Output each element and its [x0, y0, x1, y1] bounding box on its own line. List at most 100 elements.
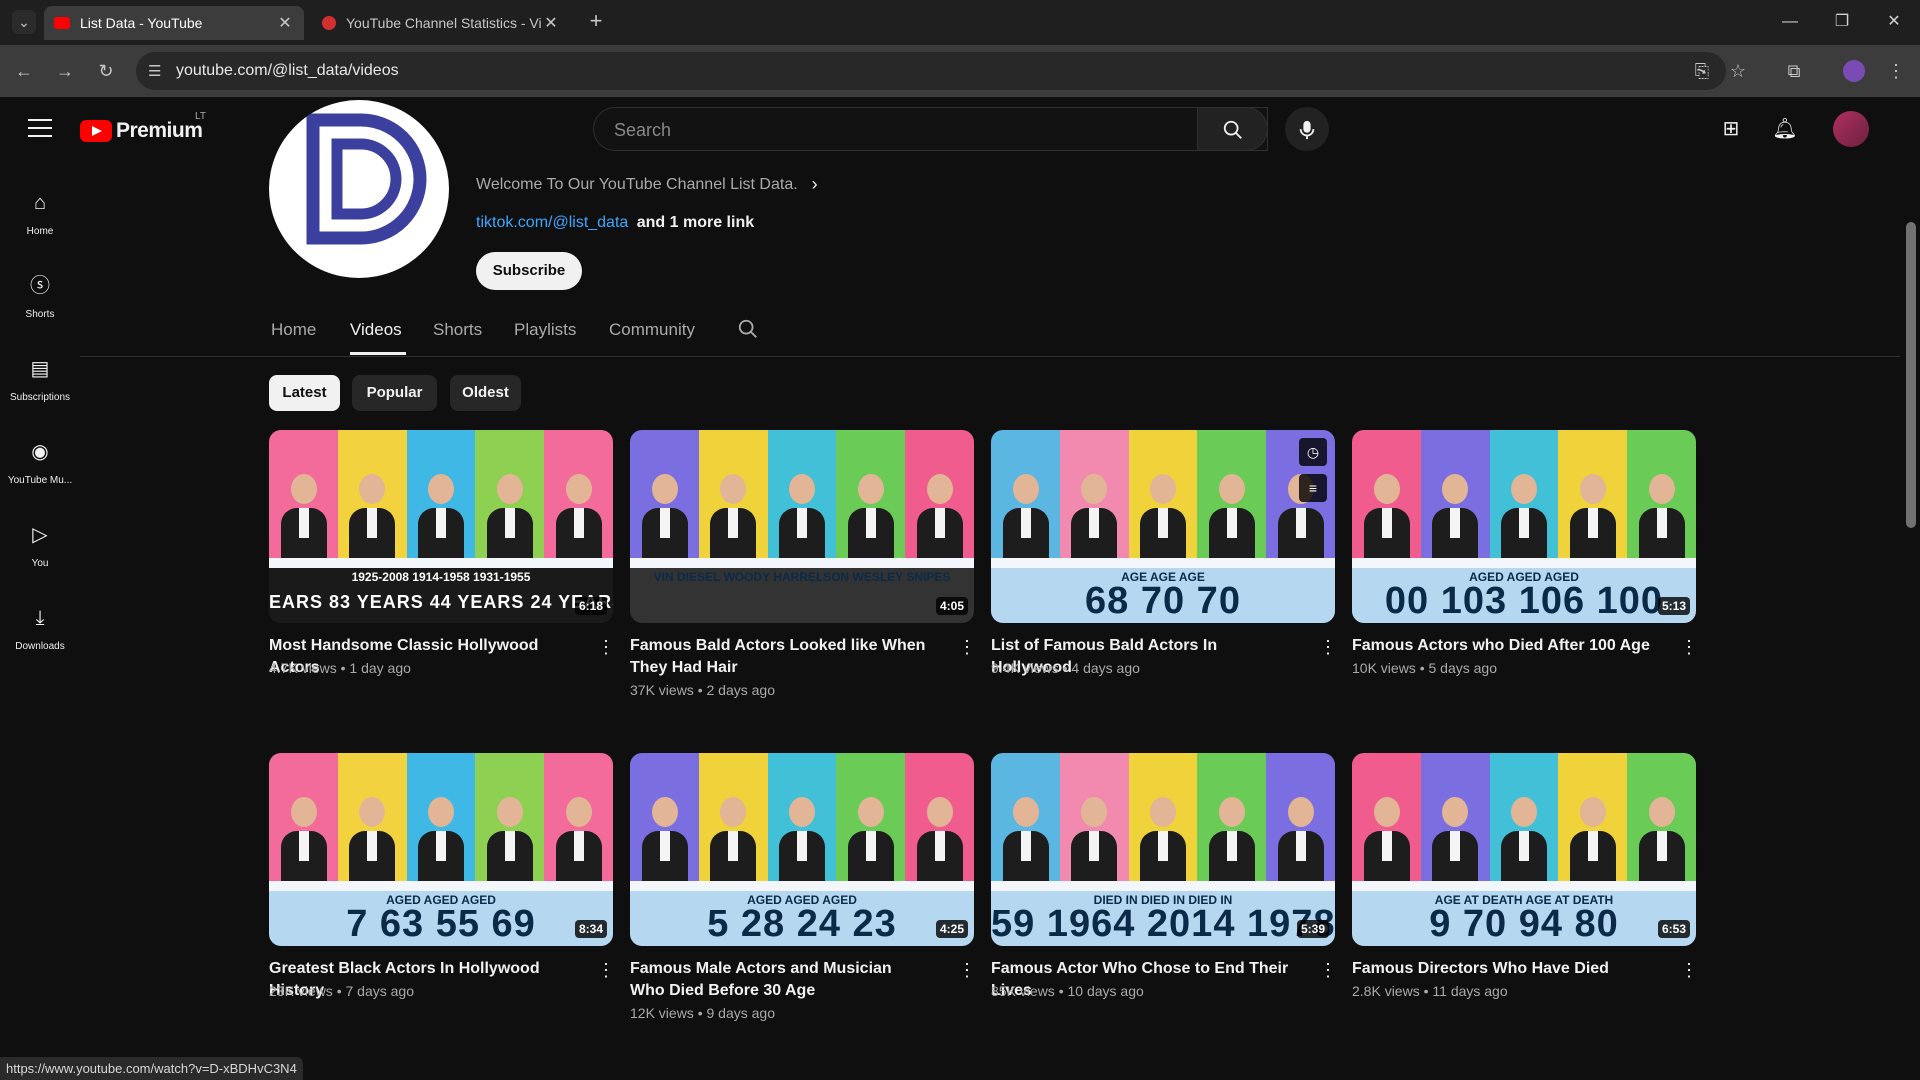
- metadata-separator: •: [693, 1005, 707, 1021]
- chip-oldest[interactable]: Oldest: [450, 375, 521, 411]
- video-thumbnail[interactable]: VIN DIESEL WOODY HARRELSON WESLEY SNIPES…: [630, 430, 974, 623]
- thumbnail-portrait-panel: [767, 753, 837, 881]
- sidebar-item-shorts[interactable]: ⓢ Shorts: [0, 260, 80, 334]
- video-thumbnail[interactable]: AGE AGE AGE 68 70 70 ◷ ≡: [991, 430, 1335, 623]
- video-card[interactable]: AGE AT DEATH AGE AT DEATH 9 70 94 80 6:53 F…: [1352, 753, 1698, 999]
- search-input[interactable]: [612, 119, 1216, 142]
- thumbnail-big-text: 59 1964 2014 1978: [991, 903, 1335, 945]
- sidebar-item-you[interactable]: ▷ You: [0, 509, 80, 583]
- video-card[interactable]: AGED AGED AGED 00 103 106 100 5:13 Famous A…: [1352, 430, 1698, 676]
- channel-avatar[interactable]: [269, 100, 449, 278]
- new-tab-button[interactable]: +: [584, 10, 608, 34]
- bookmark-star-icon[interactable]: ☆: [1724, 57, 1752, 85]
- chip-latest[interactable]: Latest: [269, 375, 340, 411]
- browser-menu-icon[interactable]: ⋮: [1882, 57, 1910, 85]
- thumbnail-portrait-panel: [905, 430, 974, 558]
- sidebar-item-downloads[interactable]: ⤓ Downloads: [0, 592, 80, 666]
- thumbnail-portrait-panel: [1489, 430, 1559, 558]
- video-metadata: 23K views • 7 days ago: [269, 983, 414, 999]
- video-card[interactable]: DIED IN DIED IN DIED IN 59 1964 2014 1978…: [991, 753, 1337, 999]
- youtube-premium-logo[interactable]: Premium LT: [80, 111, 206, 143]
- channel-search-icon[interactable]: [737, 318, 759, 346]
- address-bar[interactable]: ☰ youtube.com/@list_data/videos: [136, 52, 1726, 90]
- scrollbar-thumb[interactable]: [1906, 222, 1916, 528]
- search-button[interactable]: [1197, 107, 1268, 151]
- video-title[interactable]: Famous Bald Actors Looked like When They…: [630, 635, 930, 679]
- portrait-figure: [1569, 468, 1616, 558]
- video-title[interactable]: Famous Actors who Died After 100 Age: [1352, 635, 1652, 657]
- tab-home[interactable]: Home: [271, 320, 316, 340]
- thumbnail-big-text: 00 103 106 100: [1384, 580, 1664, 622]
- portrait-figure: [280, 468, 327, 558]
- close-tab-icon[interactable]: ✕: [276, 13, 294, 33]
- thumbnail-big-text: 9 70 94 80: [1429, 903, 1619, 945]
- browser-tab-list-data[interactable]: List Data - YouTube ✕: [44, 6, 304, 40]
- video-thumbnail[interactable]: AGE AT DEATH AGE AT DEATH 9 70 94 80 6:53: [1352, 753, 1696, 946]
- thumbnail-small-text: 1925-2008 1914-1958 1931-1955: [351, 570, 531, 584]
- video-card[interactable]: 1925-2008 1914-1958 1931-1955 EARS 83 YEA…: [269, 430, 615, 676]
- portrait-figure: [349, 791, 396, 881]
- install-app-icon[interactable]: ⎘: [1688, 57, 1716, 85]
- video-title[interactable]: Famous Directors Who Have Died: [1352, 958, 1652, 980]
- more-links-button[interactable]: and 1 more link: [637, 214, 754, 231]
- video-card[interactable]: AGED AGED AGED 5 28 24 23 4:25 Famous Male …: [630, 753, 976, 1021]
- channel-description[interactable]: Welcome To Our YouTube Channel List Data…: [476, 174, 818, 195]
- more-actions-icon[interactable]: ⋮: [958, 960, 976, 981]
- more-actions-icon[interactable]: ⋮: [1680, 637, 1698, 658]
- more-actions-icon[interactable]: ⋮: [597, 637, 615, 658]
- video-thumbnail[interactable]: AGED AGED AGED 7 63 55 69 8:34: [269, 753, 613, 946]
- back-icon[interactable]: ←: [10, 57, 38, 85]
- url-text[interactable]: youtube.com/@list_data/videos: [176, 62, 399, 80]
- more-actions-icon[interactable]: ⋮: [1319, 960, 1337, 981]
- site-info-icon[interactable]: ☰: [148, 62, 161, 80]
- create-video-icon[interactable]: ⊞: [1717, 115, 1745, 143]
- sidebar-item-home[interactable]: ⌂ Home: [0, 177, 80, 251]
- vidiq-favicon-icon: [322, 16, 336, 30]
- tab-playlists[interactable]: Playlists: [514, 320, 576, 340]
- tab-search-menu-button[interactable]: ⌄: [12, 10, 36, 34]
- video-thumbnail[interactable]: 1925-2008 1914-1958 1931-1955 EARS 83 YEA…: [269, 430, 613, 623]
- portrait-figure: [710, 468, 757, 558]
- tab-community[interactable]: Community: [609, 320, 695, 340]
- minimize-icon[interactable]: —: [1770, 8, 1810, 36]
- extensions-icon[interactable]: ⧉: [1780, 57, 1808, 85]
- browser-tab-channel-statistics[interactable]: YouTube Channel Statistics - Vi ✕: [312, 6, 570, 40]
- watch-later-icon[interactable]: ◷: [1299, 438, 1327, 466]
- thumbnail-portrait-panel: [698, 430, 768, 558]
- chip-popular[interactable]: Popular: [352, 375, 437, 411]
- tab-videos[interactable]: Videos: [350, 320, 402, 340]
- thumbnail-big-text: 7 63 55 69: [346, 903, 536, 945]
- more-actions-icon[interactable]: ⋮: [597, 960, 615, 981]
- more-actions-icon[interactable]: ⋮: [1680, 960, 1698, 981]
- browser-profile-avatar[interactable]: [1843, 60, 1865, 82]
- thumbnail-portrait-panel: [630, 430, 699, 558]
- account-avatar[interactable]: [1833, 111, 1869, 147]
- sidebar-item-youtube-music[interactable]: ◉ YouTube Mu...: [0, 426, 80, 500]
- close-window-icon[interactable]: ✕: [1874, 8, 1914, 36]
- video-thumbnail[interactable]: AGED AGED AGED 5 28 24 23 4:25: [630, 753, 974, 946]
- more-actions-icon[interactable]: ⋮: [958, 637, 976, 658]
- portrait-figure: [1569, 791, 1616, 881]
- restore-icon[interactable]: ❐: [1822, 8, 1862, 36]
- sidebar-item-subscriptions[interactable]: ▤ Subscriptions: [0, 343, 80, 417]
- video-thumbnail[interactable]: DIED IN DIED IN DIED IN 59 1964 2014 1978…: [991, 753, 1335, 946]
- hamburger-menu-icon[interactable]: [28, 119, 52, 137]
- add-to-queue-icon[interactable]: ≡: [1299, 474, 1327, 502]
- notifications-bell-icon[interactable]: 🔔︎: [1771, 115, 1799, 143]
- tab-shorts[interactable]: Shorts: [433, 320, 482, 340]
- voice-search-button[interactable]: [1285, 107, 1329, 151]
- tiktok-link[interactable]: tiktok.com/@list_data: [476, 214, 628, 231]
- more-actions-icon[interactable]: ⋮: [1319, 637, 1337, 658]
- browser-toolbar: ← → ↻ ☰ youtube.com/@list_data/videos ⎘ …: [0, 45, 1920, 97]
- video-card[interactable]: AGED AGED AGED 7 63 55 69 8:34 Greatest Bla…: [269, 753, 615, 999]
- video-thumbnail[interactable]: AGED AGED AGED 00 103 106 100 5:13: [1352, 430, 1696, 623]
- video-title[interactable]: Famous Male Actors and Musician Who Died…: [630, 958, 930, 1002]
- thumbnail-name-strip: [269, 558, 613, 568]
- subscribe-button[interactable]: Subscribe: [476, 252, 582, 290]
- close-tab-icon[interactable]: ✕: [542, 13, 560, 33]
- reload-icon[interactable]: ↻: [92, 57, 120, 85]
- video-card[interactable]: AGE AGE AGE 68 70 70 ◷ ≡ List of Famous Bald…: [991, 430, 1337, 676]
- download-icon: ⤓: [35, 607, 45, 629]
- forward-icon[interactable]: →: [51, 57, 79, 85]
- video-card[interactable]: VIN DIESEL WOODY HARRELSON WESLEY SNIPES…: [630, 430, 976, 698]
